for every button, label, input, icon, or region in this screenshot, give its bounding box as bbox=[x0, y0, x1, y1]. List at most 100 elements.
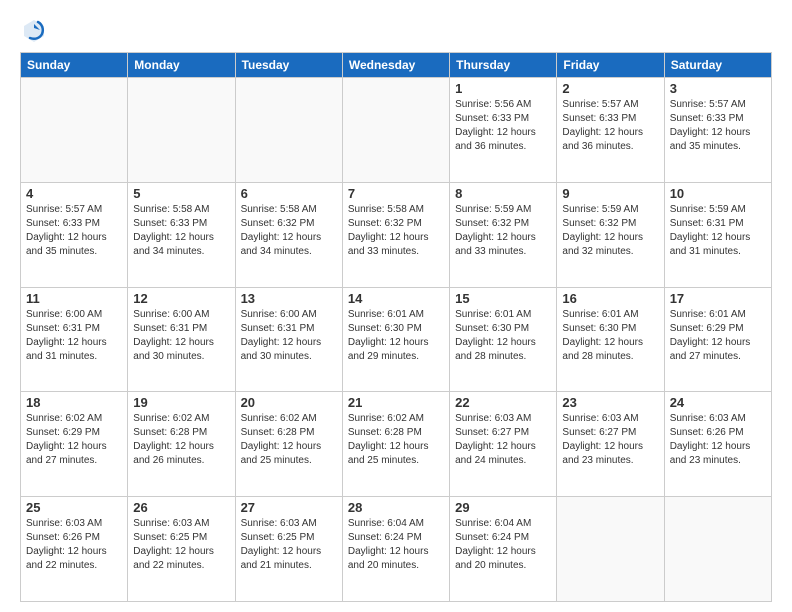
calendar-cell: 2 Sunrise: 5:57 AM Sunset: 6:33 PM Daylig… bbox=[557, 78, 664, 183]
day-number: 29 bbox=[455, 500, 551, 515]
day-info: Sunrise: 6:01 AM Sunset: 6:29 PM Dayligh… bbox=[670, 308, 766, 364]
calendar-cell bbox=[128, 78, 235, 183]
calendar-table: SundayMondayTuesdayWednesdayThursdayFrid… bbox=[20, 52, 772, 602]
calendar-week-1: 1 Sunrise: 5:56 AM Sunset: 6:33 PM Daylig… bbox=[21, 78, 772, 183]
calendar-cell: 6 Sunrise: 5:58 AM Sunset: 6:32 PM Daylig… bbox=[235, 182, 342, 287]
day-info: Sunrise: 6:01 AM Sunset: 6:30 PM Dayligh… bbox=[562, 308, 658, 364]
day-info: Sunrise: 6:04 AM Sunset: 6:24 PM Dayligh… bbox=[348, 517, 444, 573]
logo-icon bbox=[20, 16, 48, 44]
calendar-cell: 29 Sunrise: 6:04 AM Sunset: 6:24 PM Dayli… bbox=[450, 497, 557, 602]
weekday-header-sunday: Sunday bbox=[21, 53, 128, 78]
day-number: 22 bbox=[455, 395, 551, 410]
day-info: Sunrise: 5:58 AM Sunset: 6:32 PM Dayligh… bbox=[241, 203, 337, 259]
day-number: 9 bbox=[562, 186, 658, 201]
day-number: 18 bbox=[26, 395, 122, 410]
calendar-cell: 11Sunrise: 6:00 AM Sunset: 6:31 PM Dayli… bbox=[21, 287, 128, 392]
calendar-cell: 20 Sunrise: 6:02 AM Sunset: 6:28 PM Dayli… bbox=[235, 392, 342, 497]
calendar-cell: 17 Sunrise: 6:01 AM Sunset: 6:29 PM Dayli… bbox=[664, 287, 771, 392]
day-number: 12 bbox=[133, 291, 229, 306]
day-number: 4 bbox=[26, 186, 122, 201]
day-number: 8 bbox=[455, 186, 551, 201]
weekday-header-row: SundayMondayTuesdayWednesdayThursdayFrid… bbox=[21, 53, 772, 78]
calendar-cell: 1 Sunrise: 5:56 AM Sunset: 6:33 PM Daylig… bbox=[450, 78, 557, 183]
day-info: Sunrise: 6:00 AM Sunset: 6:31 PM Dayligh… bbox=[26, 308, 122, 364]
day-info: Sunrise: 6:00 AM Sunset: 6:31 PM Dayligh… bbox=[241, 308, 337, 364]
day-number: 2 bbox=[562, 81, 658, 96]
calendar-cell bbox=[21, 78, 128, 183]
day-number: 15 bbox=[455, 291, 551, 306]
day-info: Sunrise: 5:59 AM Sunset: 6:31 PM Dayligh… bbox=[670, 203, 766, 259]
calendar-cell: 3 Sunrise: 5:57 AM Sunset: 6:33 PM Daylig… bbox=[664, 78, 771, 183]
day-info: Sunrise: 6:02 AM Sunset: 6:28 PM Dayligh… bbox=[241, 412, 337, 468]
calendar-cell: 22Sunrise: 6:03 AM Sunset: 6:27 PM Dayli… bbox=[450, 392, 557, 497]
day-info: Sunrise: 6:03 AM Sunset: 6:25 PM Dayligh… bbox=[133, 517, 229, 573]
day-info: Sunrise: 5:57 AM Sunset: 6:33 PM Dayligh… bbox=[562, 98, 658, 154]
day-number: 5 bbox=[133, 186, 229, 201]
day-number: 6 bbox=[241, 186, 337, 201]
calendar-cell: 27 Sunrise: 6:03 AM Sunset: 6:25 PM Dayli… bbox=[235, 497, 342, 602]
day-info: Sunrise: 5:59 AM Sunset: 6:32 PM Dayligh… bbox=[562, 203, 658, 259]
calendar-cell bbox=[342, 78, 449, 183]
page: SundayMondayTuesdayWednesdayThursdayFrid… bbox=[0, 0, 792, 612]
calendar-cell: 14 Sunrise: 6:01 AM Sunset: 6:30 PM Dayli… bbox=[342, 287, 449, 392]
day-info: Sunrise: 6:01 AM Sunset: 6:30 PM Dayligh… bbox=[348, 308, 444, 364]
calendar-cell: 15Sunrise: 6:01 AM Sunset: 6:30 PM Dayli… bbox=[450, 287, 557, 392]
calendar-cell: 9 Sunrise: 5:59 AM Sunset: 6:32 PM Daylig… bbox=[557, 182, 664, 287]
calendar-cell: 25Sunrise: 6:03 AM Sunset: 6:26 PM Dayli… bbox=[21, 497, 128, 602]
day-number: 7 bbox=[348, 186, 444, 201]
calendar-cell bbox=[557, 497, 664, 602]
calendar-cell: 10 Sunrise: 5:59 AM Sunset: 6:31 PM Dayli… bbox=[664, 182, 771, 287]
day-info: Sunrise: 5:57 AM Sunset: 6:33 PM Dayligh… bbox=[26, 203, 122, 259]
day-number: 24 bbox=[670, 395, 766, 410]
day-info: Sunrise: 6:03 AM Sunset: 6:26 PM Dayligh… bbox=[26, 517, 122, 573]
calendar-cell bbox=[235, 78, 342, 183]
calendar-cell: 12 Sunrise: 6:00 AM Sunset: 6:31 PM Dayli… bbox=[128, 287, 235, 392]
calendar-cell: 4 Sunrise: 5:57 AM Sunset: 6:33 PM Daylig… bbox=[21, 182, 128, 287]
weekday-header-tuesday: Tuesday bbox=[235, 53, 342, 78]
calendar-cell: 19 Sunrise: 6:02 AM Sunset: 6:28 PM Dayli… bbox=[128, 392, 235, 497]
calendar-cell: 21Sunrise: 6:02 AM Sunset: 6:28 PM Dayli… bbox=[342, 392, 449, 497]
day-info: Sunrise: 6:02 AM Sunset: 6:28 PM Dayligh… bbox=[133, 412, 229, 468]
day-info: Sunrise: 6:03 AM Sunset: 6:27 PM Dayligh… bbox=[562, 412, 658, 468]
day-number: 26 bbox=[133, 500, 229, 515]
weekday-header-friday: Friday bbox=[557, 53, 664, 78]
calendar-cell: 16 Sunrise: 6:01 AM Sunset: 6:30 PM Dayli… bbox=[557, 287, 664, 392]
calendar-week-5: 25Sunrise: 6:03 AM Sunset: 6:26 PM Dayli… bbox=[21, 497, 772, 602]
calendar-cell: 8 Sunrise: 5:59 AM Sunset: 6:32 PM Daylig… bbox=[450, 182, 557, 287]
day-number: 27 bbox=[241, 500, 337, 515]
day-info: Sunrise: 6:03 AM Sunset: 6:26 PM Dayligh… bbox=[670, 412, 766, 468]
day-info: Sunrise: 6:03 AM Sunset: 6:25 PM Dayligh… bbox=[241, 517, 337, 573]
day-number: 16 bbox=[562, 291, 658, 306]
weekday-header-thursday: Thursday bbox=[450, 53, 557, 78]
day-info: Sunrise: 6:00 AM Sunset: 6:31 PM Dayligh… bbox=[133, 308, 229, 364]
day-number: 17 bbox=[670, 291, 766, 306]
day-number: 20 bbox=[241, 395, 337, 410]
calendar-cell: 28 Sunrise: 6:04 AM Sunset: 6:24 PM Dayli… bbox=[342, 497, 449, 602]
day-number: 14 bbox=[348, 291, 444, 306]
day-info: Sunrise: 5:57 AM Sunset: 6:33 PM Dayligh… bbox=[670, 98, 766, 154]
day-number: 19 bbox=[133, 395, 229, 410]
calendar-cell: 5 Sunrise: 5:58 AM Sunset: 6:33 PM Daylig… bbox=[128, 182, 235, 287]
calendar-cell: 23 Sunrise: 6:03 AM Sunset: 6:27 PM Dayli… bbox=[557, 392, 664, 497]
calendar-cell bbox=[664, 497, 771, 602]
day-number: 10 bbox=[670, 186, 766, 201]
day-info: Sunrise: 6:02 AM Sunset: 6:29 PM Dayligh… bbox=[26, 412, 122, 468]
day-number: 3 bbox=[670, 81, 766, 96]
calendar-cell: 7 Sunrise: 5:58 AM Sunset: 6:32 PM Daylig… bbox=[342, 182, 449, 287]
calendar-cell: 13Sunrise: 6:00 AM Sunset: 6:31 PM Dayli… bbox=[235, 287, 342, 392]
day-info: Sunrise: 5:56 AM Sunset: 6:33 PM Dayligh… bbox=[455, 98, 551, 154]
day-number: 1 bbox=[455, 81, 551, 96]
day-info: Sunrise: 5:59 AM Sunset: 6:32 PM Dayligh… bbox=[455, 203, 551, 259]
calendar-week-2: 4 Sunrise: 5:57 AM Sunset: 6:33 PM Daylig… bbox=[21, 182, 772, 287]
header bbox=[20, 16, 772, 44]
day-number: 23 bbox=[562, 395, 658, 410]
logo bbox=[20, 16, 52, 44]
day-info: Sunrise: 5:58 AM Sunset: 6:33 PM Dayligh… bbox=[133, 203, 229, 259]
day-info: Sunrise: 6:04 AM Sunset: 6:24 PM Dayligh… bbox=[455, 517, 551, 573]
day-number: 21 bbox=[348, 395, 444, 410]
day-info: Sunrise: 5:58 AM Sunset: 6:32 PM Dayligh… bbox=[348, 203, 444, 259]
day-number: 28 bbox=[348, 500, 444, 515]
calendar-week-3: 11Sunrise: 6:00 AM Sunset: 6:31 PM Dayli… bbox=[21, 287, 772, 392]
weekday-header-wednesday: Wednesday bbox=[342, 53, 449, 78]
weekday-header-saturday: Saturday bbox=[664, 53, 771, 78]
